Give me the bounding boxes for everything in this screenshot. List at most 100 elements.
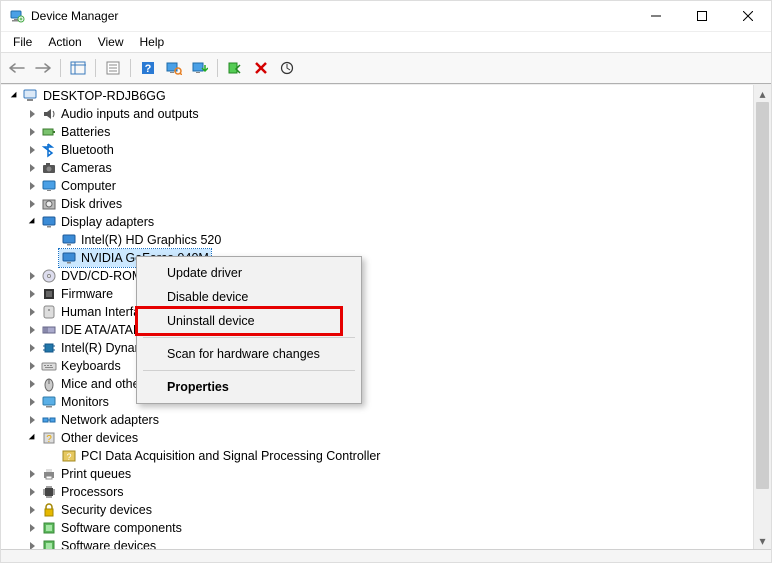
- tree-collapse-icon[interactable]: [25, 431, 39, 445]
- tree-root[interactable]: DESKTOP-RDJB6GG: [5, 87, 753, 105]
- tree-item-label-wrap[interactable]: Software devices: [39, 537, 158, 549]
- tree-item-label-wrap[interactable]: Audio inputs and outputs: [39, 105, 201, 123]
- tree-expand-icon[interactable]: [25, 377, 39, 391]
- tree-collapse-icon[interactable]: [7, 89, 21, 103]
- tree-item-label-wrap[interactable]: Human Interfa: [39, 303, 142, 321]
- context-menu-item[interactable]: Scan for hardware changes: [139, 342, 359, 366]
- tree-category[interactable]: DVD/CD-ROM: [5, 267, 753, 285]
- tree-device[interactable]: NVIDIA GeForce 940M: [5, 249, 753, 267]
- tree-collapse-icon[interactable]: [25, 215, 39, 229]
- tree-expand-icon[interactable]: [25, 107, 39, 121]
- tree-item-label-wrap[interactable]: Intel(R) HD Graphics 520: [59, 231, 223, 249]
- uninstall-device-button[interactable]: [249, 56, 273, 80]
- tree-item-label-wrap[interactable]: Print queues: [39, 465, 133, 483]
- tree-category[interactable]: Security devices: [5, 501, 753, 519]
- tree-item-label-wrap[interactable]: Network adapters: [39, 411, 161, 429]
- tree-expand-icon[interactable]: [25, 521, 39, 535]
- tree-expand-icon[interactable]: [25, 305, 39, 319]
- tree-category[interactable]: Software devices: [5, 537, 753, 549]
- tree-category[interactable]: Bluetooth: [5, 141, 753, 159]
- tree-expand-icon[interactable]: [25, 161, 39, 175]
- scroll-up-button[interactable]: ▴: [754, 85, 771, 102]
- close-button[interactable]: [725, 1, 771, 31]
- tree-expand-icon[interactable]: [25, 467, 39, 481]
- tree-expand-icon[interactable]: [25, 413, 39, 427]
- tree-item-label-wrap[interactable]: ?PCI Data Acquisition and Signal Process…: [59, 447, 382, 465]
- tree-category[interactable]: Human Interfa: [5, 303, 753, 321]
- tree-expand-icon[interactable]: [25, 341, 39, 355]
- tree-item-label-wrap[interactable]: Firmware: [39, 285, 115, 303]
- tree-category[interactable]: IDE ATA/ATAP: [5, 321, 753, 339]
- scroll-track[interactable]: [754, 102, 771, 532]
- context-menu-item[interactable]: Disable device: [139, 285, 359, 309]
- tree-category[interactable]: Batteries: [5, 123, 753, 141]
- help-button[interactable]: ?: [136, 56, 160, 80]
- tree-category[interactable]: Monitors: [5, 393, 753, 411]
- menu-file[interactable]: File: [5, 33, 40, 51]
- tree-item-label-wrap[interactable]: Software components: [39, 519, 184, 537]
- tree-item-label-wrap[interactable]: Monitors: [39, 393, 111, 411]
- scan-changes-button[interactable]: [275, 56, 299, 80]
- tree-category[interactable]: Display adapters: [5, 213, 753, 231]
- minimize-button[interactable]: [633, 1, 679, 31]
- tree-expand-icon[interactable]: [25, 179, 39, 193]
- menu-action[interactable]: Action: [40, 33, 89, 51]
- tree-item-label-wrap[interactable]: IDE ATA/ATAP: [39, 321, 143, 339]
- tree-item-label-wrap[interactable]: Computer: [39, 177, 118, 195]
- tree-item-label-wrap[interactable]: Cameras: [39, 159, 114, 177]
- tree-item-label-wrap[interactable]: Processors: [39, 483, 126, 501]
- tree-category[interactable]: Firmware: [5, 285, 753, 303]
- tree-expand-icon[interactable]: [25, 197, 39, 211]
- tree-expand-icon[interactable]: [25, 287, 39, 301]
- tree-item-label-wrap[interactable]: Bluetooth: [39, 141, 116, 159]
- menu-view[interactable]: View: [90, 33, 132, 51]
- scroll-down-button[interactable]: ▾: [754, 532, 771, 549]
- tree-expand-icon[interactable]: [25, 143, 39, 157]
- tree-category[interactable]: Keyboards: [5, 357, 753, 375]
- tree-expand-icon[interactable]: [25, 503, 39, 517]
- tree-expand-icon[interactable]: [25, 269, 39, 283]
- tree-category[interactable]: Print queues: [5, 465, 753, 483]
- forward-button[interactable]: [31, 56, 55, 80]
- tree-item-label-wrap[interactable]: DVD/CD-ROM: [39, 267, 144, 285]
- tree-item-label-wrap[interactable]: ?Other devices: [39, 429, 140, 447]
- tree-item-label-wrap[interactable]: Keyboards: [39, 357, 123, 375]
- tree-category[interactable]: Computer: [5, 177, 753, 195]
- tree-expand-icon[interactable]: [25, 485, 39, 499]
- tree-item-label-wrap[interactable]: DESKTOP-RDJB6GG: [21, 87, 168, 105]
- tree-expand-icon[interactable]: [25, 359, 39, 373]
- tree-item-label-wrap[interactable]: Mice and othe: [39, 375, 142, 393]
- back-button[interactable]: [5, 56, 29, 80]
- tree-category[interactable]: Disk drives: [5, 195, 753, 213]
- tree-item-label-wrap[interactable]: Security devices: [39, 501, 154, 519]
- scan-hardware-button[interactable]: [162, 56, 186, 80]
- maximize-button[interactable]: [679, 1, 725, 31]
- tree-expand-icon[interactable]: [25, 323, 39, 337]
- tree-device[interactable]: ?PCI Data Acquisition and Signal Process…: [5, 447, 753, 465]
- tree-category[interactable]: ?Other devices: [5, 429, 753, 447]
- tree-expand-icon[interactable]: [25, 539, 39, 549]
- tree-category[interactable]: Intel(R) Dynar: [5, 339, 753, 357]
- menu-help[interactable]: Help: [132, 33, 173, 51]
- tree-category[interactable]: Cameras: [5, 159, 753, 177]
- enable-device-button[interactable]: [223, 56, 247, 80]
- titlebar[interactable]: Device Manager: [1, 1, 771, 31]
- properties-button[interactable]: [101, 56, 125, 80]
- tree-category[interactable]: Network adapters: [5, 411, 753, 429]
- tree-device[interactable]: Intel(R) HD Graphics 520: [5, 231, 753, 249]
- tree-expand-icon[interactable]: [25, 125, 39, 139]
- tree-expand-icon[interactable]: [25, 395, 39, 409]
- tree-item-label-wrap[interactable]: Intel(R) Dynar: [39, 339, 141, 357]
- context-menu-item[interactable]: Properties: [139, 375, 359, 399]
- scroll-thumb[interactable]: [756, 102, 769, 489]
- device-tree[interactable]: DESKTOP-RDJB6GGAudio inputs and outputsB…: [1, 85, 753, 549]
- tree-item-label-wrap[interactable]: Disk drives: [39, 195, 124, 213]
- tree-category[interactable]: Mice and othe: [5, 375, 753, 393]
- update-driver-button[interactable]: [188, 56, 212, 80]
- tree-category[interactable]: Software components: [5, 519, 753, 537]
- context-menu-item[interactable]: Update driver: [139, 261, 359, 285]
- show-hide-tree-button[interactable]: [66, 56, 90, 80]
- tree-category[interactable]: Processors: [5, 483, 753, 501]
- tree-item-label-wrap[interactable]: Batteries: [39, 123, 112, 141]
- vertical-scrollbar[interactable]: ▴ ▾: [753, 85, 771, 549]
